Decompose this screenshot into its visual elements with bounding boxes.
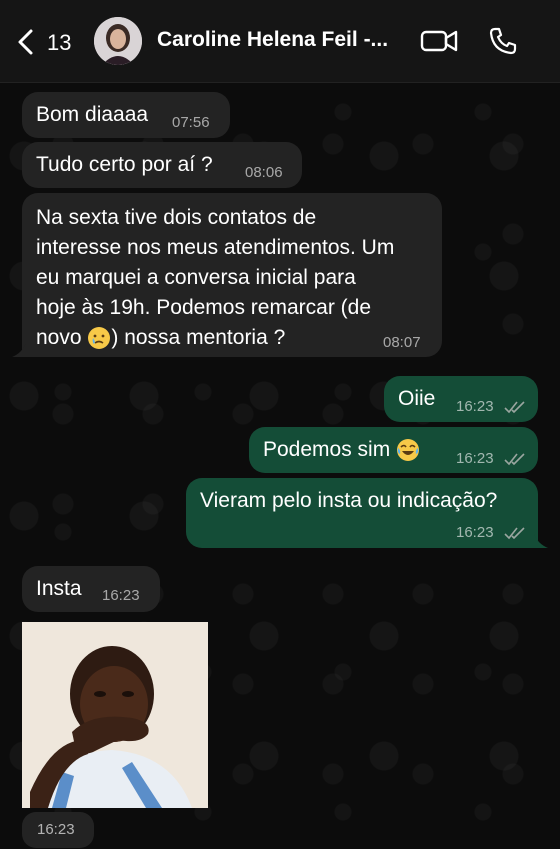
- message-time: 16:23: [37, 821, 75, 838]
- avatar[interactable]: [94, 17, 142, 65]
- meme-photo: [22, 622, 208, 808]
- phone-call-icon[interactable]: [488, 26, 518, 56]
- message-text: Insta: [36, 577, 82, 600]
- contact-name[interactable]: Caroline Helena Feil -...: [157, 28, 402, 52]
- unread-count: 13: [47, 30, 72, 55]
- message-time: 07:56: [172, 114, 210, 131]
- message-time: 16:23: [456, 450, 494, 467]
- video-call-icon[interactable]: [420, 28, 458, 54]
- read-ticks-icon: [504, 453, 525, 466]
- chat-header: 13 Caroline Helena Feil -...: [0, 0, 560, 83]
- bubble-tail: [12, 343, 26, 357]
- message-time: 16:23: [456, 524, 494, 541]
- crying-face-emoji: [88, 327, 111, 350]
- chevron-left-icon: [18, 29, 33, 55]
- read-ticks-icon: [504, 401, 525, 414]
- message-line: hoje às 19h. Podemos remarcar (de: [36, 296, 372, 319]
- message-line-last: novo ) nossa mentoria ?: [36, 323, 428, 353]
- back-button[interactable]: 13: [14, 26, 84, 58]
- message-text: Vieram pelo insta ou indicação?: [200, 489, 498, 512]
- message-time: 08:06: [245, 164, 283, 181]
- avatar-photo: [94, 17, 142, 65]
- message-bubble-incoming[interactable]: Na sexta tive dois contatos de interesse…: [22, 193, 442, 357]
- message-time: 16:23: [102, 587, 140, 604]
- message-bubble-outgoing[interactable]: Podemos sim: [249, 427, 538, 473]
- message-line-end: ) nossa mentoria ?: [111, 326, 286, 349]
- image-time-pill: 16:23: [22, 812, 94, 848]
- read-ticks-icon: [504, 527, 525, 540]
- image-message[interactable]: [22, 622, 208, 808]
- message-line-start: novo: [36, 326, 88, 349]
- message-line: Na sexta tive dois contatos de: [36, 206, 317, 229]
- bubble-tail: [534, 534, 548, 548]
- message-line: interesse nos meus atendimentos. Um: [36, 236, 395, 259]
- laughing-crying-emoji: [397, 439, 420, 462]
- message-text: Tudo certo por aí ?: [36, 153, 213, 176]
- message-time: 16:23: [456, 398, 494, 415]
- message-line: eu marquei a conversa inicial para: [36, 266, 356, 289]
- message-text: Podemos sim: [263, 438, 397, 461]
- message-text: Bom diaaaa: [36, 103, 149, 126]
- message-time: 08:07: [383, 334, 421, 351]
- message-text: Oiie: [398, 387, 436, 410]
